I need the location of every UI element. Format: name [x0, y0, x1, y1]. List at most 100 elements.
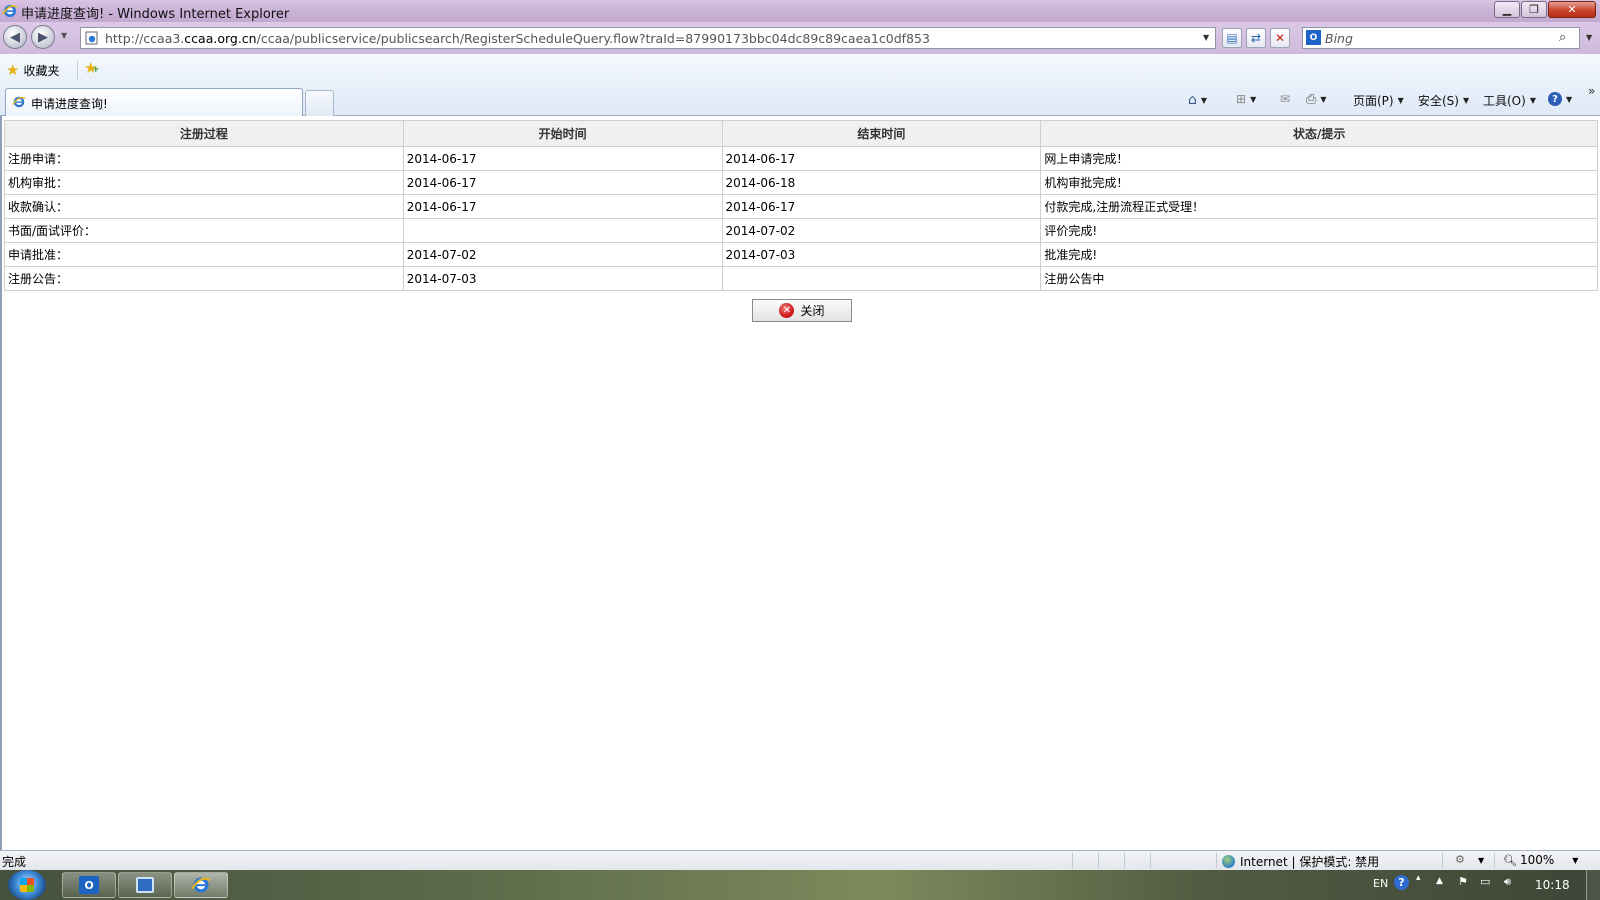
- help-tray-icon[interactable]: ?: [1394, 875, 1409, 890]
- zoom-icon: 🔍︎: [1503, 853, 1517, 867]
- status-cell: 机构审批完成！: [1040, 170, 1598, 195]
- tools-menu-label: 工具(O): [1483, 94, 1526, 108]
- close-button[interactable]: ✕ 关闭: [752, 299, 852, 322]
- show-desktop-button[interactable]: [1586, 870, 1600, 900]
- clock[interactable]: 10:18: [1535, 878, 1570, 892]
- show-hidden-icons[interactable]: ▲: [1436, 876, 1443, 886]
- printer-icon: ⎙: [1306, 92, 1317, 107]
- page-content: 注册过程 开始时间 结束时间 状态/提示 注册申请： 2014-06-17 20…: [0, 116, 1600, 850]
- feeds-button[interactable]: ⊞ ▼: [1236, 92, 1256, 106]
- minimize-icon: ▁: [1502, 3, 1512, 16]
- status-cell: 注册公告中: [1040, 266, 1598, 291]
- action-center-flag-icon[interactable]: ⚑: [1458, 875, 1468, 888]
- volume-icon[interactable]: 🔊︎: [1504, 875, 1511, 889]
- start-button[interactable]: [8, 870, 46, 900]
- table-row: 收款确认： 2014-06-17 2014-06-17 付款完成,注册流程正式受…: [4, 194, 1598, 219]
- refresh-icon: ⇄: [1250, 31, 1262, 45]
- page-dropdown-icon: ▼: [1397, 96, 1404, 105]
- start-time-cell: 2014-07-03: [402, 266, 723, 291]
- back-arrow-icon: ◀: [10, 29, 20, 45]
- stop-button[interactable]: ✕: [1270, 28, 1290, 48]
- start-time-cell: 2014-07-02: [402, 242, 723, 267]
- page-menu[interactable]: 页面(P) ▼: [1353, 92, 1404, 109]
- column-header-end-time: 结束时间: [721, 120, 1042, 147]
- explorer-icon: [136, 877, 154, 893]
- restore-button[interactable]: ❐: [1521, 1, 1547, 18]
- end-time-cell: 2014-07-02: [721, 218, 1042, 243]
- column-header-process: 注册过程: [4, 120, 404, 147]
- network-icon[interactable]: ▭: [1480, 875, 1490, 888]
- taskbar: O EN ? ▴ ▲ ⚑ ▭ 🔊︎ 10:18: [0, 870, 1600, 900]
- new-tab-button[interactable]: [305, 90, 334, 116]
- search-placeholder: Bing: [1325, 31, 1353, 46]
- status-text: 完成: [2, 855, 27, 869]
- table-row: 注册公告： 2014-07-03 注册公告中: [4, 266, 1598, 291]
- home-dropdown-icon: ▼: [1200, 95, 1208, 105]
- status-separator: [1216, 853, 1217, 868]
- process-cell: 书面/面试评价：: [4, 218, 404, 243]
- status-cell: 批准完成!: [1040, 242, 1598, 267]
- status-separator: [1494, 853, 1495, 868]
- add-plus-icon: +: [92, 65, 100, 75]
- favorites-button[interactable]: ★ 收藏夹: [6, 61, 59, 79]
- page-icon: [85, 31, 98, 45]
- protected-mode-icon[interactable]: ⚙: [1455, 853, 1465, 866]
- search-icon[interactable]: ⌕: [1559, 30, 1566, 45]
- compat-view-icon: ▤: [1226, 31, 1238, 45]
- safety-menu[interactable]: 安全(S) ▼: [1418, 92, 1469, 109]
- start-time-cell: 2014-06-17: [402, 170, 723, 195]
- read-mail-button[interactable]: ✉: [1280, 92, 1290, 106]
- taskbar-ie-button[interactable]: [174, 872, 228, 898]
- zoom-control[interactable]: 🔍︎ 100% ▼: [1503, 853, 1578, 867]
- window-close-button[interactable]: ✕: [1548, 1, 1596, 18]
- address-bar[interactable]: http://ccaa3.ccaa.org.cn/ccaa/publicserv…: [80, 27, 1216, 49]
- forward-button[interactable]: ▶: [31, 25, 55, 49]
- tab-bar: 申请进度查询! ⌂ ▼ ⊞ ▼ ✉ ⎙ ▼ 页面(P) ▼ 安全(S) ▼ 工具(O) ▼ …: [0, 84, 1600, 116]
- taskbar-explorer-button[interactable]: [118, 872, 172, 898]
- tools-menu[interactable]: 工具(O) ▼: [1483, 92, 1536, 109]
- address-dropdown-icon[interactable]: ▼: [1203, 33, 1209, 42]
- table-header-row: 注册过程 开始时间 结束时间 状态/提示: [4, 120, 1598, 147]
- status-separator: [1124, 853, 1125, 868]
- status-cell: 网上申请完成！: [1040, 146, 1598, 171]
- favorites-divider: [77, 60, 78, 80]
- process-cell: 注册公告：: [4, 266, 404, 291]
- feeds-dropdown-icon: ▼: [1250, 94, 1257, 104]
- tab-ie-icon: [12, 96, 26, 108]
- tray-overflow-icon[interactable]: ▴: [1416, 873, 1421, 883]
- start-time-cell: [402, 218, 723, 243]
- status-separator: [1072, 853, 1073, 868]
- end-time-cell: 2014-06-17: [721, 146, 1042, 171]
- tab-active[interactable]: 申请进度查询!: [5, 88, 303, 116]
- tab-title: 申请进度查询!: [31, 97, 108, 111]
- home-button[interactable]: ⌂ ▼: [1188, 92, 1207, 108]
- history-dropdown-icon[interactable]: ▼: [61, 31, 67, 40]
- security-zone[interactable]: Internet | 保护模式: 禁用: [1222, 853, 1379, 870]
- minimize-button[interactable]: ▁: [1494, 1, 1520, 18]
- language-indicator[interactable]: EN: [1373, 877, 1388, 890]
- print-button[interactable]: ⎙ ▼: [1306, 92, 1327, 107]
- refresh-button[interactable]: ⇄: [1246, 28, 1266, 48]
- window-title: 申请进度查询! - Windows Internet Explorer: [21, 7, 290, 22]
- help-button[interactable]: ? ▼: [1548, 92, 1572, 106]
- outlook-icon: O: [79, 876, 99, 894]
- safety-dropdown-icon: ▼: [1462, 96, 1470, 105]
- command-overflow-chevron[interactable]: »: [1588, 84, 1595, 98]
- column-header-start-time: 开始时间: [402, 120, 723, 147]
- search-dropdown-icon[interactable]: ▼: [1586, 33, 1592, 42]
- status-cell: 评价完成!: [1040, 218, 1598, 243]
- taskbar-ie-icon: [191, 877, 211, 893]
- end-time-cell: 2014-06-17: [721, 194, 1042, 219]
- taskbar-outlook-button[interactable]: O: [62, 872, 116, 898]
- compatibility-view-button[interactable]: ▤: [1222, 28, 1242, 48]
- url-text[interactable]: http://ccaa3.ccaa.org.cn/ccaa/publicserv…: [105, 31, 930, 46]
- end-time-cell: [721, 266, 1042, 291]
- tools-dropdown-icon: ▼: [1529, 96, 1536, 105]
- favorites-star-icon: ★: [6, 61, 20, 79]
- home-icon: ⌂: [1188, 92, 1197, 108]
- protected-dropdown-icon[interactable]: ▼: [1478, 856, 1484, 865]
- back-button[interactable]: ◀: [3, 25, 27, 49]
- end-time-cell: 2014-07-03: [721, 242, 1042, 267]
- table-row: 机构审批： 2014-06-17 2014-06-18 机构审批完成！: [4, 170, 1598, 195]
- search-box[interactable]: O Bing ⌕: [1302, 27, 1580, 49]
